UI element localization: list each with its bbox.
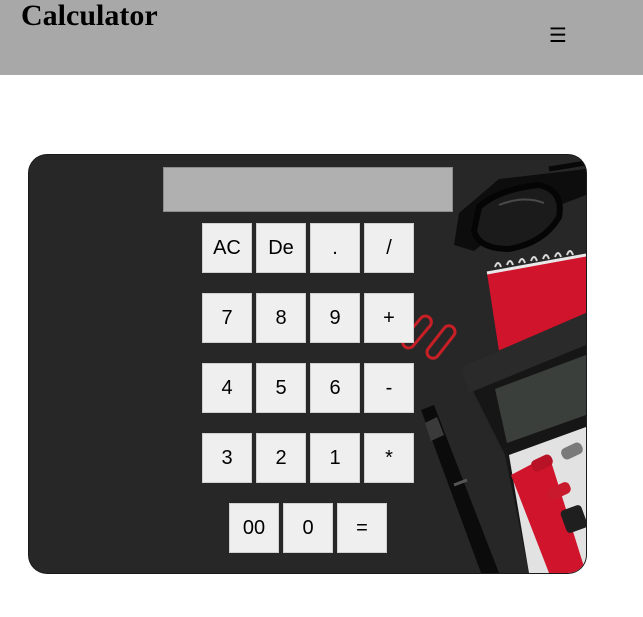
- header-bar: Calculator ☰: [0, 0, 643, 75]
- digit-4-button[interactable]: 4: [202, 363, 252, 413]
- digit-9-button[interactable]: 9: [310, 293, 360, 343]
- subtract-button[interactable]: -: [364, 363, 414, 413]
- multiply-button[interactable]: *: [364, 433, 414, 483]
- digit-2-button[interactable]: 2: [256, 433, 306, 483]
- calculator-display[interactable]: [163, 167, 453, 212]
- hamburger-icon: ☰: [549, 23, 567, 47]
- digit-5-button[interactable]: 5: [256, 363, 306, 413]
- decimal-point-button[interactable]: .: [310, 223, 360, 273]
- delete-button[interactable]: De: [256, 223, 306, 273]
- all-clear-button[interactable]: AC: [202, 223, 252, 273]
- digit-7-button[interactable]: 7: [202, 293, 252, 343]
- add-button[interactable]: +: [364, 293, 414, 343]
- double-zero-button[interactable]: 00: [229, 503, 279, 553]
- hamburger-menu-button[interactable]: ☰: [545, 22, 571, 48]
- equals-button[interactable]: =: [337, 503, 387, 553]
- digit-1-button[interactable]: 1: [310, 433, 360, 483]
- digit-3-button[interactable]: 3: [202, 433, 252, 483]
- digit-8-button[interactable]: 8: [256, 293, 306, 343]
- app-title: Calculator: [21, 0, 158, 32]
- calculator-card: AC De . / 7 8 9 + 4 5 6 - 3 2 1 * 00 0 =: [29, 155, 586, 573]
- digit-0-button[interactable]: 0: [283, 503, 333, 553]
- divide-button[interactable]: /: [364, 223, 414, 273]
- digit-6-button[interactable]: 6: [310, 363, 360, 413]
